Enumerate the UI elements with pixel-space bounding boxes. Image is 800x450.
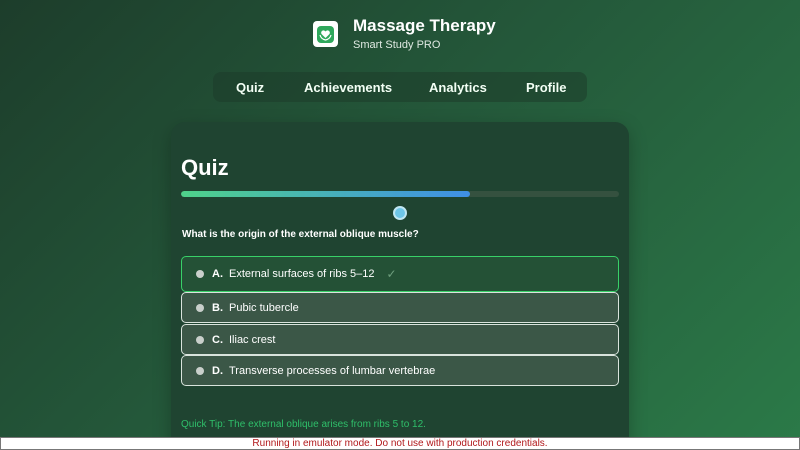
app-title: Massage Therapy: [353, 16, 496, 35]
heart-in-hands-icon: [317, 25, 334, 43]
nav-item-quiz[interactable]: Quiz: [236, 80, 264, 95]
quiz-progress-bar: [181, 191, 619, 197]
progress-indicator-dot: [393, 206, 407, 220]
nav-item-achievements[interactable]: Achievements: [304, 80, 392, 95]
answer-option-b[interactable]: B. Pubic tubercle: [181, 292, 619, 323]
progress-fill: [181, 191, 471, 197]
answer-option-a[interactable]: A. External surfaces of ribs 5–12 ✓: [181, 256, 619, 292]
radio-bullet-icon: [196, 270, 204, 278]
app-logo: [313, 21, 338, 47]
main-nav: Quiz Achievements Analytics Profile: [213, 72, 587, 102]
option-text: Pubic tubercle: [229, 301, 299, 314]
option-letter: D.: [212, 364, 223, 377]
answer-option-d[interactable]: D. Transverse processes of lumbar verteb…: [181, 355, 619, 386]
title-block: Massage Therapy Smart Study PRO: [353, 16, 496, 52]
option-letter: C.: [212, 333, 223, 346]
option-letter: B.: [212, 301, 223, 314]
radio-bullet-icon: [196, 366, 204, 375]
app-header: Massage Therapy Smart Study PRO: [313, 16, 496, 52]
radio-bullet-icon: [196, 303, 204, 312]
nav-item-profile[interactable]: Profile: [526, 80, 566, 95]
option-text: Iliac crest: [229, 333, 276, 346]
emulator-warning-banner: Running in emulator mode. Do not use wit…: [0, 437, 800, 450]
check-mark-icon: ✓: [386, 267, 397, 281]
question-text: What is the origin of the external obliq…: [182, 229, 419, 240]
answer-option-c[interactable]: C. Iliac crest: [181, 324, 619, 355]
quiz-card: Quiz What is the origin of the external …: [171, 122, 629, 450]
option-text: Transverse processes of lumbar vertebrae: [229, 364, 436, 377]
quick-tip: Quick Tip: The external oblique arises f…: [181, 419, 426, 430]
radio-bullet-icon: [196, 335, 204, 344]
nav-item-analytics[interactable]: Analytics: [429, 80, 487, 95]
app-subtitle: Smart Study PRO: [353, 39, 441, 51]
option-text: External surfaces of ribs 5–12: [229, 268, 375, 280]
option-letter: A.: [212, 268, 223, 280]
quiz-heading: Quiz: [181, 155, 229, 180]
